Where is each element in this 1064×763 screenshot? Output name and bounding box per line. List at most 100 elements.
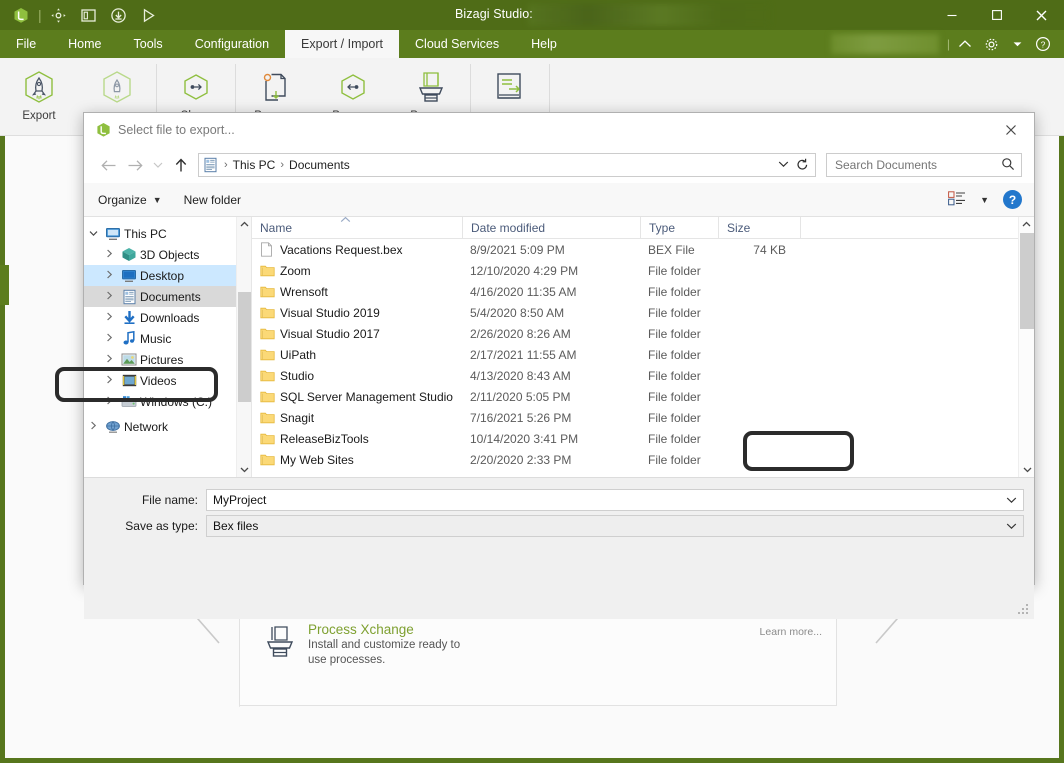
chevron-right-icon[interactable]	[100, 375, 118, 386]
tree-item-music[interactable]: Music	[84, 328, 251, 349]
table-row[interactable]: Zoom 12/10/2020 4:29 PM File folder	[252, 260, 1034, 281]
tab-help[interactable]: Help	[515, 30, 573, 58]
view-options-chevron-icon[interactable]: ▼	[980, 195, 989, 205]
tab-tools[interactable]: Tools	[118, 30, 179, 58]
tab-cloud-services[interactable]: Cloud Services	[399, 30, 515, 58]
refresh-icon[interactable]	[796, 158, 809, 172]
tree-item-windows-c[interactable]: Windows (C:)	[84, 391, 251, 412]
file-name-input[interactable]: MyProject	[206, 489, 1024, 511]
close-icon[interactable]	[1019, 0, 1064, 30]
chevron-right-icon[interactable]	[100, 333, 118, 344]
table-row[interactable]: My Web Sites 2/20/2020 2:33 PM File fold…	[252, 449, 1034, 470]
forward-icon[interactable]	[122, 152, 148, 178]
tree-scrollbar[interactable]	[236, 217, 251, 477]
scroll-up-icon[interactable]	[1019, 217, 1034, 232]
search-input[interactable]	[833, 157, 998, 173]
tree-item-desktop[interactable]: Desktop	[84, 265, 251, 286]
up-one-level-icon[interactable]	[168, 152, 194, 178]
chevron-down-icon[interactable]	[84, 229, 102, 239]
chevron-right-icon[interactable]	[100, 270, 118, 281]
table-row[interactable]: Wrensoft 4/16/2020 11:35 AM File folder	[252, 281, 1034, 302]
new-folder-button[interactable]: New folder	[184, 193, 241, 207]
table-row[interactable]: Visual Studio 2017 2/26/2020 8:26 AM Fil…	[252, 323, 1034, 344]
navigate-icon[interactable]	[44, 2, 74, 28]
address-dropdown-icon[interactable]	[778, 160, 789, 171]
table-row[interactable]: Visual Studio 2019 5/4/2020 8:50 AM File…	[252, 302, 1034, 323]
address-bar[interactable]: › This PC › Documents	[198, 153, 816, 177]
organize-button[interactable]: Organize ▼	[98, 193, 162, 207]
back-icon[interactable]	[96, 152, 122, 178]
tab-file[interactable]: File	[0, 30, 52, 58]
tree-label: Music	[140, 331, 172, 346]
file-list-scrollbar-thumb[interactable]	[1020, 233, 1034, 329]
file-name: Visual Studio 2019	[280, 305, 380, 320]
welcome-card-title: Process Xchange	[308, 622, 414, 637]
panel-icon[interactable]	[74, 2, 104, 28]
tab-home[interactable]: Home	[52, 30, 117, 58]
tree-scrollbar-thumb[interactable]	[238, 292, 251, 402]
file-date-cell: 8/9/2021 5:09 PM	[470, 242, 565, 257]
run-icon[interactable]	[134, 2, 164, 28]
table-row[interactable]: Studio 4/13/2020 8:43 AM File folder	[252, 365, 1034, 386]
help-button[interactable]: ?	[1003, 190, 1022, 209]
chevron-right-icon[interactable]	[100, 354, 118, 365]
table-row[interactable]: UiPath 2/17/2021 11:55 AM File folder	[252, 344, 1034, 365]
rocket-export-icon	[21, 66, 57, 110]
maximize-icon[interactable]	[974, 0, 1019, 30]
tree-label: Desktop	[140, 268, 185, 283]
tree-item-downloads[interactable]: Downloads	[84, 307, 251, 328]
tree-item-network[interactable]: Network	[84, 416, 251, 437]
table-row[interactable]: Snagit 7/16/2021 5:26 PM File folder	[252, 407, 1034, 428]
drive-icon	[118, 395, 140, 408]
tab-export-import[interactable]: Export / Import	[285, 30, 400, 58]
search-box[interactable]	[826, 153, 1022, 177]
minimize-icon[interactable]	[929, 0, 974, 30]
chevron-down-icon[interactable]	[1004, 30, 1030, 58]
tree-item-documents[interactable]: Documents	[84, 286, 251, 307]
save-as-type-select[interactable]: Bex files	[206, 515, 1024, 537]
recent-locations-chevron-icon[interactable]	[148, 152, 168, 178]
gear-icon[interactable]	[978, 30, 1004, 58]
tree-item-this-pc[interactable]: This PC	[84, 223, 251, 244]
table-row[interactable]: ReleaseBizTools 10/14/2020 3:41 PM File …	[252, 428, 1034, 449]
dialog-close-icon[interactable]	[988, 113, 1034, 147]
scroll-up-icon[interactable]	[237, 217, 251, 232]
file-name: My Web Sites	[280, 452, 354, 467]
collapse-ribbon-icon[interactable]	[952, 30, 978, 58]
chevron-right-icon[interactable]	[100, 396, 118, 407]
file-list-scrollbar[interactable]	[1018, 217, 1034, 477]
chevron-down-icon[interactable]	[1006, 519, 1017, 533]
table-row[interactable]: Vacations Request.bex 8/9/2021 5:09 PM B…	[252, 239, 1034, 260]
table-row[interactable]: SQL Server Management Studio 2/11/2020 5…	[252, 386, 1034, 407]
resize-grip-icon[interactable]	[1018, 604, 1030, 616]
file-name-cell: SQL Server Management Studio	[252, 390, 462, 404]
chevron-right-icon[interactable]	[100, 312, 118, 323]
ribbon-button-export[interactable]: Export	[0, 58, 78, 136]
chevron-right-icon[interactable]	[84, 421, 102, 432]
app-logo-icon[interactable]	[6, 2, 36, 28]
breadcrumb-documents[interactable]: Documents	[286, 158, 353, 172]
tree-item-3d-objects[interactable]: 3D Objects	[84, 244, 251, 265]
breadcrumb-this-pc[interactable]: This PC	[230, 158, 279, 172]
search-icon[interactable]	[1001, 157, 1015, 174]
chevron-right-icon[interactable]	[100, 291, 118, 302]
scroll-down-icon[interactable]	[1019, 462, 1035, 477]
learn-more-link[interactable]: Learn more...	[760, 626, 822, 638]
file-name-cell: Snagit	[252, 411, 462, 425]
list-view-icon[interactable]	[948, 190, 966, 209]
tree-label: Windows (C:)	[140, 394, 213, 409]
tree-item-pictures[interactable]: Pictures	[84, 349, 251, 370]
welcome-card-process-xchange[interactable]: Process Xchange Install and customize re…	[240, 609, 836, 678]
scroll-down-icon[interactable]	[237, 462, 251, 477]
column-header-name[interactable]: Name	[252, 216, 462, 239]
chevron-down-icon[interactable]	[1006, 493, 1017, 507]
column-header-type[interactable]: Type	[640, 216, 718, 239]
tab-configuration[interactable]: Configuration	[179, 30, 285, 58]
column-header-size[interactable]: Size	[718, 216, 800, 239]
column-header-date-modified[interactable]: Date modified	[462, 216, 640, 239]
help-circle-icon[interactable]: ?	[1030, 30, 1056, 58]
collapsed-side-panel-tab[interactable]	[0, 265, 9, 305]
download-icon[interactable]	[104, 2, 134, 28]
tree-item-videos[interactable]: Videos	[84, 370, 251, 391]
chevron-right-icon[interactable]	[100, 249, 118, 260]
